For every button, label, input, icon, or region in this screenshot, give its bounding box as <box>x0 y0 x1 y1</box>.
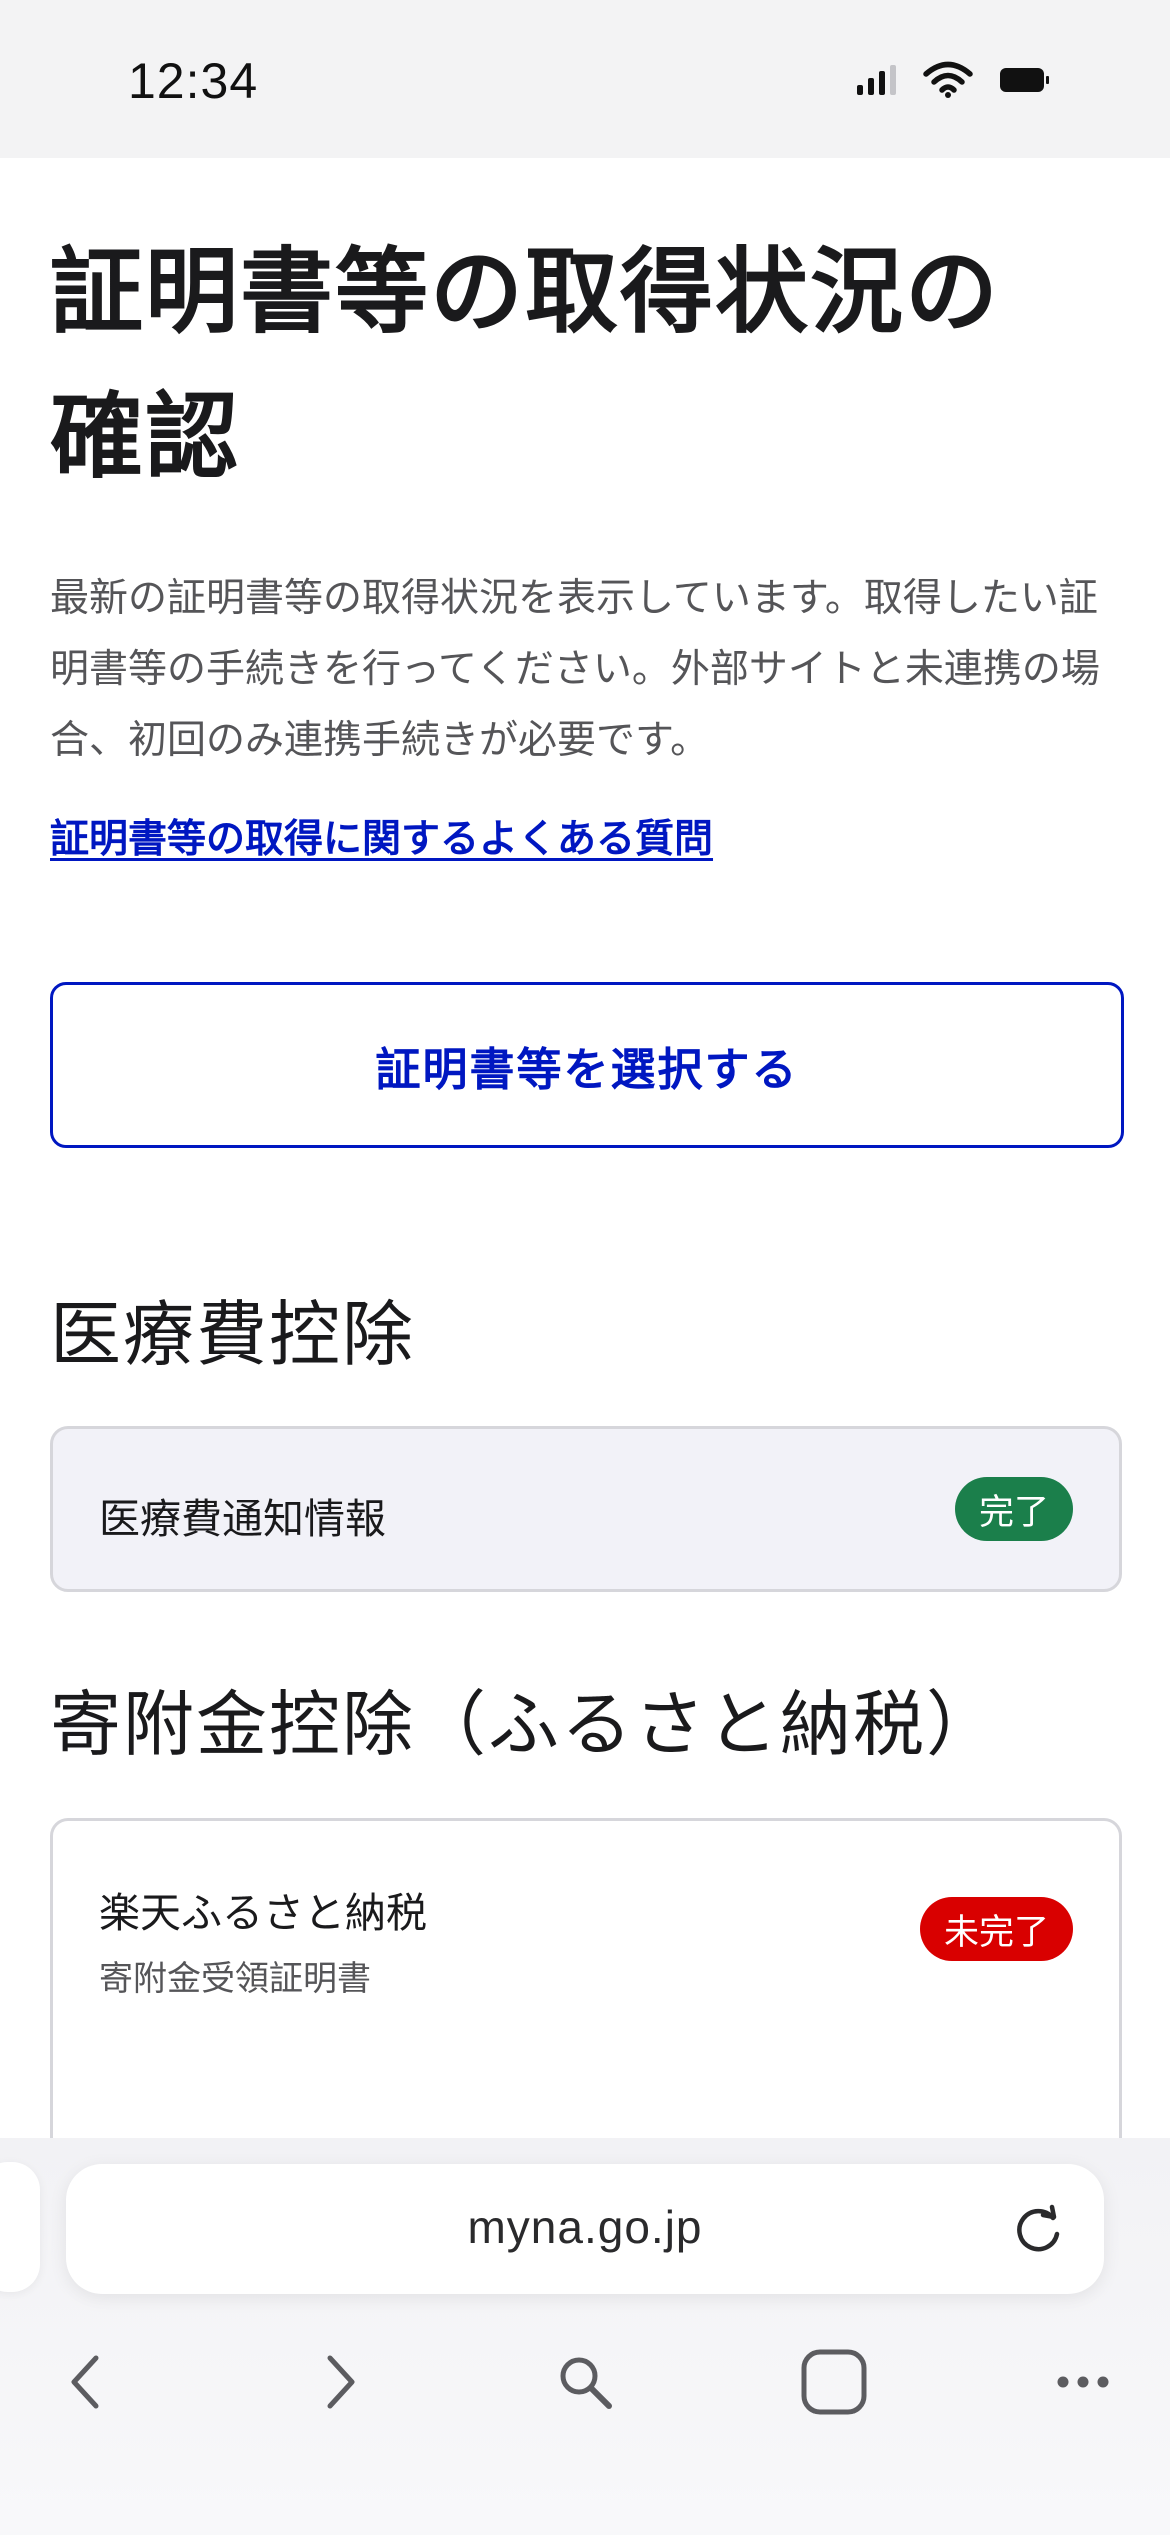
reload-icon[interactable] <box>1012 2204 1066 2258</box>
forward-icon[interactable] <box>280 2322 400 2442</box>
browser-bar: myna.go.jp <box>0 2138 1170 2535</box>
card-title: 医療費通知情報 <box>99 1495 386 1543</box>
tabs-icon[interactable] <box>774 2322 894 2442</box>
status-badge-incomplete: 未完了 <box>919 1897 1073 1961</box>
battery-icon <box>1000 68 1049 92</box>
search-icon[interactable] <box>525 2322 645 2442</box>
card-title: 楽天ふるさと納税 <box>99 1889 427 1937</box>
page-title: 証明書等の取得状況の確認 <box>50 238 1000 491</box>
previous-tab-edge[interactable] <box>0 2162 40 2292</box>
status-badge-complete: 完了 <box>954 1477 1073 1541</box>
status-bar: 12:34 <box>0 0 1170 158</box>
address-bar[interactable]: myna.go.jp <box>66 2164 1104 2294</box>
page-description: 最新の証明書等の取得状況を表示しています。取得したい証明書等の手続きを行ってくだ… <box>50 576 1100 763</box>
more-icon[interactable] <box>1023 2322 1143 2442</box>
section-heading-medical: 医療費控除 <box>50 1293 416 1376</box>
select-certificate-button[interactable]: 証明書等を選択する <box>50 982 1124 1148</box>
card-subtitle: 寄附金受領証明書 <box>99 1959 371 1999</box>
main-content: 証明書等の取得状況の確認 最新の証明書等の取得状況を表示しています。取得したい証… <box>0 158 1170 2289</box>
back-icon[interactable] <box>26 2322 146 2442</box>
section-heading-donation: 寄附金控除（ふるさと納税） <box>50 1683 1000 1766</box>
cellular-signal-icon <box>857 65 896 95</box>
faq-link[interactable]: 証明書等の取得に関するよくある質問 <box>50 808 713 864</box>
browser-toolbar <box>0 2322 1170 2442</box>
wifi-icon <box>923 61 973 98</box>
status-icons <box>857 61 1049 98</box>
medical-notice-card[interactable]: 医療費通知情報 完了 <box>50 1426 1122 1592</box>
status-time: 12:34 <box>128 53 259 109</box>
url-text[interactable]: myna.go.jp <box>66 2200 1104 2254</box>
